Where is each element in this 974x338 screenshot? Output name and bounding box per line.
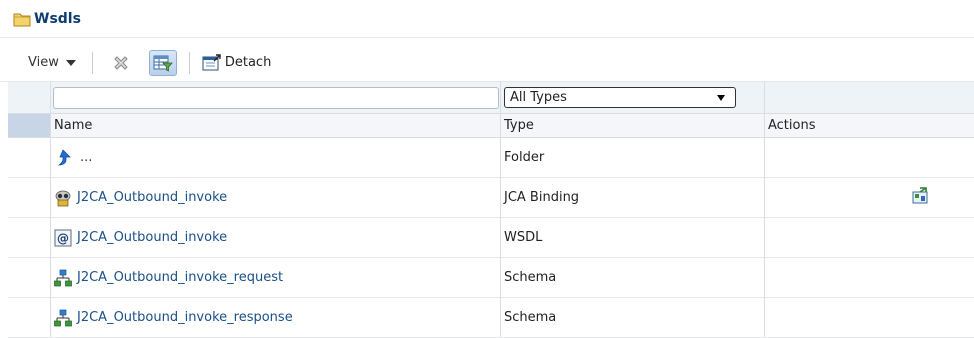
detach-icon (202, 53, 221, 70)
type-cell: WSDL (501, 218, 765, 257)
chevron-down-icon (65, 59, 76, 66)
edit-binding-icon[interactable] (911, 186, 929, 209)
actions-cell (765, 178, 974, 217)
file-link[interactable]: J2CA_Outbound_invoke (77, 230, 227, 245)
type-filter-value: All Types (510, 90, 567, 105)
row-selector[interactable] (8, 258, 51, 297)
wsdl-icon: @ (54, 229, 72, 247)
column-header-actions: Actions (768, 118, 816, 133)
query-by-example-icon (153, 55, 173, 72)
type-cell: JCA Binding (501, 178, 765, 217)
schema-icon (54, 309, 72, 327)
name-cell: @ J2CA_Outbound_invoke (51, 218, 501, 257)
name-cell: ... (51, 138, 501, 177)
row-selector[interactable] (8, 218, 51, 257)
row-selector-header[interactable] (8, 114, 51, 137)
name-filter-cell (51, 82, 501, 113)
view-menu-button[interactable]: View (26, 52, 78, 73)
file-link[interactable]: J2CA_Outbound_invoke_response (77, 310, 293, 325)
row-selector[interactable] (8, 178, 51, 217)
type-cell: Schema (501, 298, 765, 337)
table-row[interactable]: J2CA_Outbound_invoke_request Schema (8, 258, 974, 298)
parent-folder-link[interactable]: ... (80, 150, 92, 165)
detach-label: Detach (224, 55, 272, 70)
name-filter-input[interactable] (53, 86, 499, 109)
table-header-row: Name Type Actions (8, 114, 974, 138)
actions-filter-cell (765, 82, 974, 113)
actions-cell (765, 258, 974, 297)
filter-row: All Types (8, 82, 974, 114)
type-cell: Folder (501, 138, 765, 177)
name-cell: J2CA_Outbound_invoke_request (51, 258, 501, 297)
delete-button[interactable] (107, 50, 135, 76)
delete-x-icon (114, 55, 128, 70)
column-header-name[interactable]: Name (51, 114, 501, 137)
up-arrow-icon[interactable] (54, 148, 72, 167)
actions-cell (765, 298, 974, 337)
row-selector[interactable] (8, 298, 51, 337)
column-header-type[interactable]: Type (501, 114, 765, 137)
schema-icon (54, 269, 72, 287)
page-title: Wsdls (34, 10, 81, 27)
folder-icon (13, 13, 31, 26)
toolbar: View Detach (0, 44, 974, 82)
file-link[interactable]: J2CA_Outbound_invoke (77, 190, 227, 205)
filter-selector-cell (8, 82, 51, 113)
type-filter-select[interactable]: All Types (504, 87, 736, 108)
toolbar-divider (188, 51, 190, 74)
detach-button[interactable]: Detach (202, 53, 272, 72)
actions-cell (765, 138, 974, 177)
dropdown-arrow-icon (717, 94, 725, 101)
wsdl-table: All Types Name Type Actions ... Folder J… (8, 82, 974, 338)
name-cell: J2CA_Outbound_invoke (51, 178, 501, 217)
file-link[interactable]: J2CA_Outbound_invoke_request (77, 270, 283, 285)
table-row[interactable]: J2CA_Outbound_invoke JCA Binding (8, 178, 974, 218)
toolbar-divider (91, 51, 93, 74)
type-cell: Schema (501, 258, 765, 297)
table-row[interactable]: ... Folder (8, 138, 974, 178)
svg-text:@: @ (57, 231, 69, 245)
row-selector[interactable] (8, 138, 51, 177)
jca-binding-icon (54, 189, 72, 207)
page-header: Wsdls (0, 0, 974, 38)
name-cell: J2CA_Outbound_invoke_response (51, 298, 501, 337)
view-menu-label: View (28, 55, 59, 70)
table-row[interactable]: J2CA_Outbound_invoke_response Schema (8, 298, 974, 338)
query-by-example-button[interactable] (148, 49, 177, 76)
actions-cell (765, 218, 974, 257)
type-filter-cell: All Types (501, 82, 765, 113)
table-row[interactable]: @ J2CA_Outbound_invoke WSDL (8, 218, 974, 258)
